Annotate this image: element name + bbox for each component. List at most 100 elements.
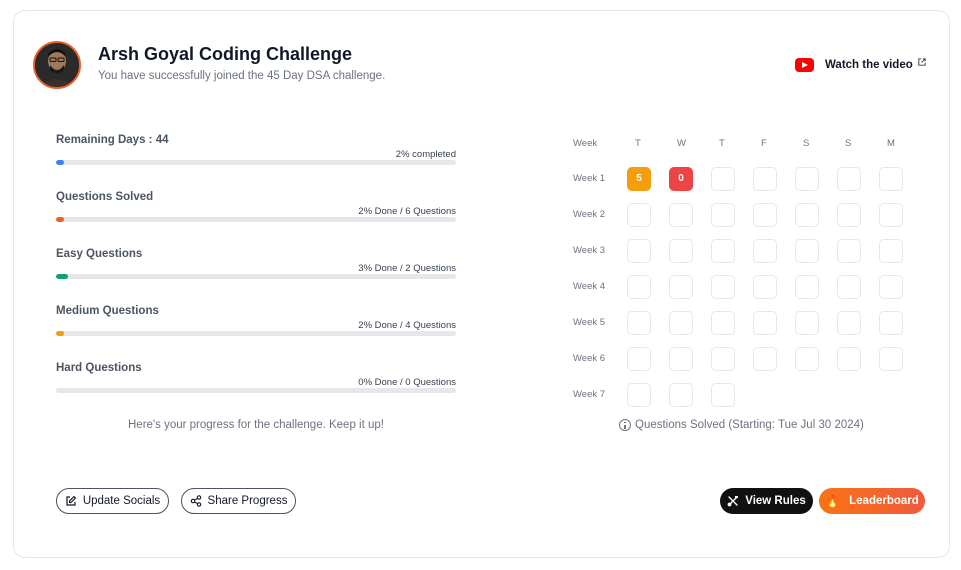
- progress-meta: 2% completed: [395, 149, 456, 160]
- view-rules-button[interactable]: View Rules: [720, 488, 813, 514]
- calendar-day-cell: [837, 311, 861, 335]
- progress-track: [56, 331, 456, 336]
- calendar-day-cell: [795, 239, 819, 263]
- calendar-day-cell: [879, 275, 903, 299]
- calendar-caption-text: Questions Solved (Starting: Tue Jul 30 2…: [635, 419, 864, 431]
- calendar-day-cell: [753, 239, 777, 263]
- calendar-day-cell: [711, 383, 735, 407]
- calendar-caption: Questions Solved (Starting: Tue Jul 30 2…: [619, 419, 864, 431]
- calendar-day-cell: [837, 275, 861, 299]
- page-subtitle: You have successfully joined the 45 Day …: [98, 70, 386, 82]
- leaderboard-label: Leaderboard: [849, 495, 919, 507]
- calendar-week-label: Week 3: [573, 245, 606, 256]
- avatar-photo: [35, 43, 79, 87]
- progress-track: [56, 274, 456, 279]
- calendar-day-header: W: [677, 138, 686, 149]
- calendar-day-cell: [627, 383, 651, 407]
- info-icon: [619, 419, 631, 431]
- calendar-day-header: S: [845, 138, 852, 149]
- share-progress-button[interactable]: Share Progress: [181, 488, 296, 514]
- progress-track: [56, 160, 456, 165]
- calendar-week-label: Week 5: [573, 317, 606, 328]
- calendar-day-cell: [795, 275, 819, 299]
- external-link-icon: [918, 58, 926, 66]
- progress-label: Easy Questions: [56, 248, 143, 260]
- calendar-day-cell: [627, 239, 651, 263]
- progress-track: [56, 388, 456, 393]
- progress-fill: [56, 217, 64, 222]
- calendar-day-cell: [669, 311, 693, 335]
- calendar-day-cell: [669, 275, 693, 299]
- calendar-day-cell: [627, 203, 651, 227]
- progress-label: Hard Questions: [56, 362, 142, 374]
- watch-video-link[interactable]: Watch the video: [795, 57, 926, 73]
- youtube-icon: [795, 58, 814, 72]
- calendar-day-cell: [711, 311, 735, 335]
- calendar-day-cell: [795, 311, 819, 335]
- progress-meta: 3% Done / 2 Questions: [358, 263, 456, 274]
- calendar-week-label: Week 2: [573, 209, 606, 220]
- calendar-day-cell: [669, 383, 693, 407]
- calendar-day-cell: [795, 203, 819, 227]
- progress-fill: [56, 388, 64, 393]
- calendar-day-header: M: [887, 138, 895, 149]
- calendar-day-cell: [627, 275, 651, 299]
- update-socials-label: Update Socials: [82, 495, 161, 507]
- progress-meta: 0% Done / 0 Questions: [358, 377, 456, 388]
- calendar-day-count: 0: [678, 173, 684, 184]
- calendar-day-cell: [879, 203, 903, 227]
- page-title: Arsh Goyal Coding Challenge: [98, 44, 353, 64]
- progress-meta: 2% Done / 4 Questions: [358, 320, 456, 331]
- calendar-day-cell: [837, 239, 861, 263]
- leaderboard-button[interactable]: 🔥 Leaderboard: [819, 488, 925, 514]
- calendar-week-label: Week 7: [573, 389, 606, 400]
- progress-label: Remaining Days : 44: [56, 134, 169, 146]
- encouragement-text: Here's your progress for the challenge. …: [128, 419, 384, 431]
- calendar-day-cell: [753, 275, 777, 299]
- progress-meta: 2% Done / 6 Questions: [358, 206, 456, 217]
- calendar-day-cell: [711, 167, 735, 191]
- calendar-day-cell: [627, 311, 651, 335]
- calendar-day-cell: [837, 203, 861, 227]
- watch-video-label: Watch the video: [825, 59, 913, 71]
- update-socials-button[interactable]: Update Socials: [56, 488, 169, 514]
- progress-fill: [56, 160, 64, 165]
- calendar-day-cell: [711, 203, 735, 227]
- share-progress-label: Share Progress: [207, 495, 288, 507]
- calendar-day-cell: [711, 239, 735, 263]
- calendar-day-cell: [627, 347, 651, 371]
- calendar-day-cell: [669, 203, 693, 227]
- share-icon: [190, 495, 201, 507]
- calendar-day-cell: [837, 347, 861, 371]
- calendar-day-cell: [669, 239, 693, 263]
- calendar-day-cell: 0: [669, 167, 693, 191]
- calendar-day-cell: [753, 203, 777, 227]
- calendar-day-cell: [711, 275, 735, 299]
- calendar-week-label: Week 4: [573, 281, 606, 292]
- progress-fill: [56, 274, 68, 279]
- calendar-day-header: T: [719, 138, 725, 149]
- calendar-day-cell: [795, 167, 819, 191]
- view-rules-label: View Rules: [745, 495, 806, 507]
- calendar-day-cell: [753, 311, 777, 335]
- calendar-day-cell: [879, 311, 903, 335]
- calendar-day-cell: [879, 239, 903, 263]
- calendar-week-label: Week 6: [573, 353, 606, 364]
- progress-fill: [56, 331, 64, 336]
- calendar-day-header: T: [635, 138, 641, 149]
- calendar-day-cell: [879, 347, 903, 371]
- tools-icon: [727, 496, 739, 507]
- calendar-day-count: 5: [636, 173, 642, 184]
- fire-icon: 🔥: [825, 494, 841, 508]
- progress-label: Questions Solved: [56, 191, 154, 203]
- calendar-day-cell: [879, 167, 903, 191]
- calendar-week-label: Week 1: [573, 173, 606, 184]
- calendar-day-cell: [711, 347, 735, 371]
- edit-icon: [66, 495, 76, 506]
- calendar-day-cell: [837, 167, 861, 191]
- calendar-day-header: S: [803, 138, 810, 149]
- calendar-day-cell: [753, 347, 777, 371]
- progress-track: [56, 217, 456, 222]
- progress-label: Medium Questions: [56, 305, 159, 317]
- calendar-day-cell: [753, 167, 777, 191]
